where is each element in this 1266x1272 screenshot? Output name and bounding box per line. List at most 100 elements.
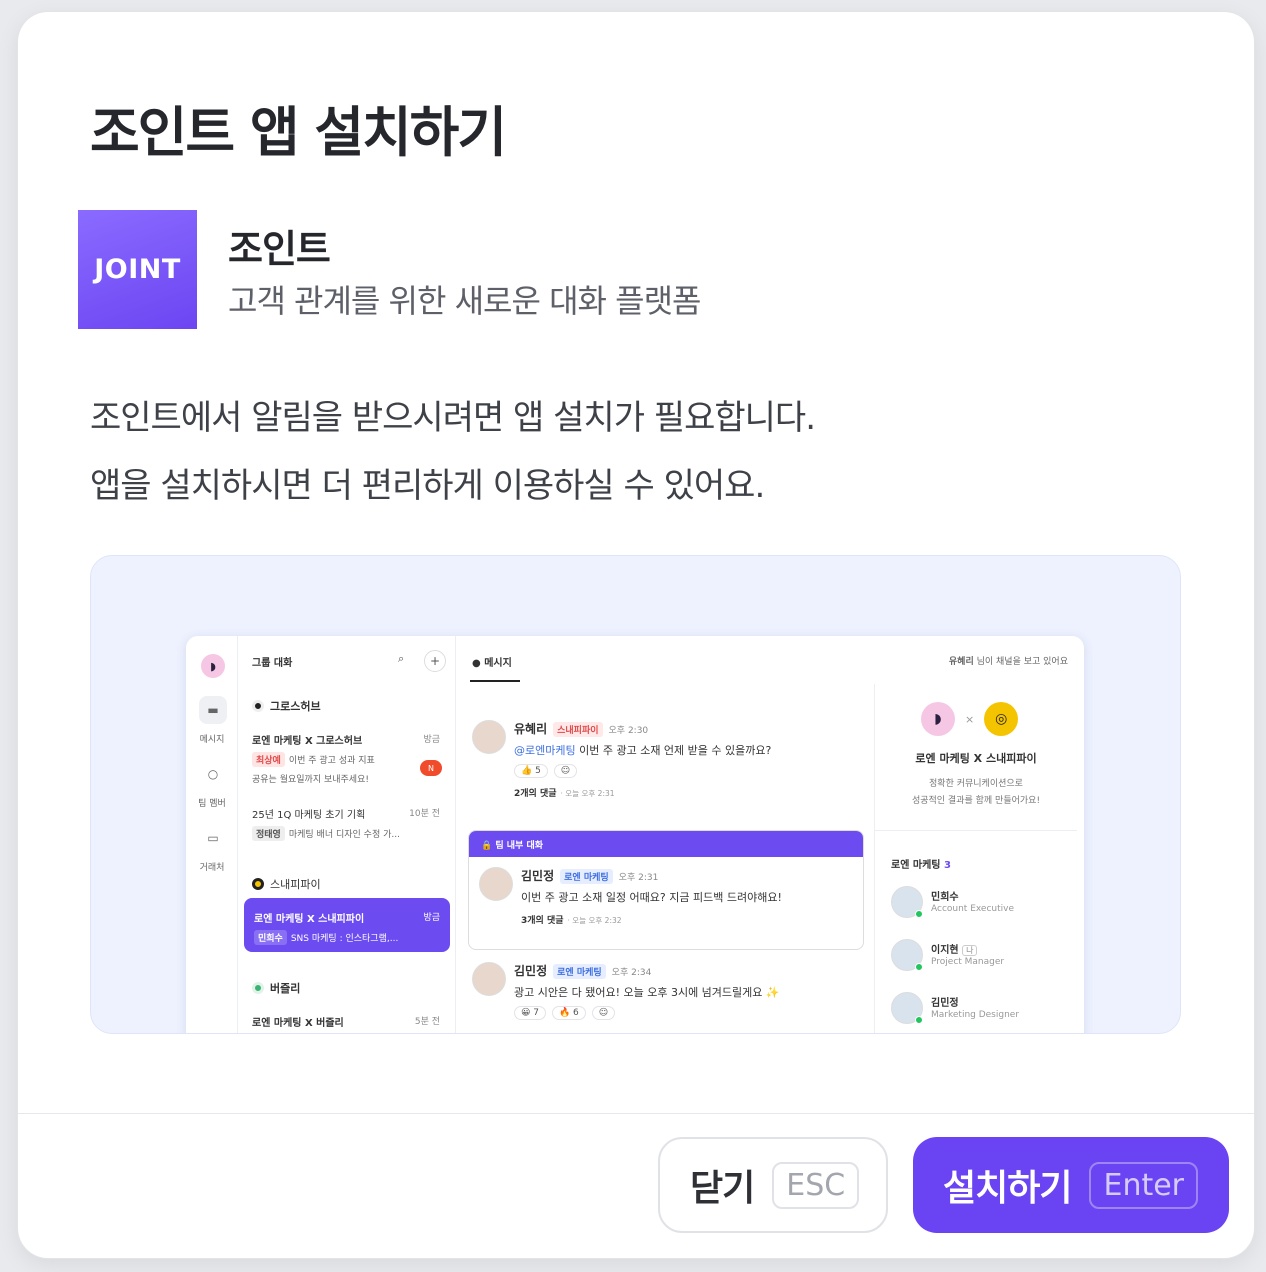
member-name: 민희수: [931, 892, 959, 903]
rail-label-messages: 메시지: [199, 735, 225, 745]
me-badge: 나: [962, 945, 978, 956]
snappify-logo-icon: ◎: [984, 702, 1019, 736]
viewer-status: 유혜리 님이 채널을 보고 있어요: [949, 654, 1068, 667]
channel-desc: 성공적인 결과를 함께 만들어가요!: [911, 796, 1041, 806]
message-icon: ▬: [199, 696, 227, 724]
mention: @로엔마케팅: [514, 744, 576, 757]
message-tag: 스내피파이: [553, 722, 603, 737]
channel-info-pane: ◗ × ◎ 로엔 마케팅 X 스내피파이 정확한 커뮤니케이션으로 성공적인 결과…: [874, 684, 1077, 1033]
enter-key-hint: Enter: [1089, 1161, 1199, 1209]
item-title: 로엔 마케팅 X 그로스허브: [252, 736, 363, 747]
install-button[interactable]: 설치하기 Enter: [913, 1137, 1229, 1233]
install-button-label: 설치하기: [943, 1168, 1072, 1209]
member-role: Account Executive: [931, 904, 1015, 914]
app-description: 고객 관계를 위한 새로운 대화 플랫폼: [228, 282, 701, 320]
group-logo-icon: [252, 700, 264, 712]
online-dot: [915, 910, 923, 918]
app-preview-image: ◗ ▬ 메시지 ○ 팀 멤버 ▭ 거래처 그룹 대화 ⌕ + 그로스허브 로엔 …: [90, 555, 1181, 1034]
channel-title: 로엔 마케팅 X 스내피파이: [915, 752, 1037, 765]
group-header: 그로스허브: [252, 698, 321, 714]
message-time: 오후 2:30: [608, 726, 649, 736]
internal-thread: 🔒 팀 내부 대화 김민정 로엔 마케팅 오후 2:31 이번 주 광고 소재 일정…: [468, 830, 864, 950]
close-button[interactable]: 닫기 ESC: [658, 1137, 888, 1233]
install-message-line2: 앱을 설치하시면 더 편리하게 이용하실 수 있어요.: [90, 466, 765, 506]
group-header: 버즐리: [252, 980, 300, 996]
group-name: 버즐리: [270, 982, 301, 995]
list-item: 25년 1Q 마케팅 초기 기획 10분 전 정태영 마케팅 배너 디자인 수정 …: [252, 806, 444, 841]
item-snippet: 마케팅 배너 디자인 수정 가...: [288, 830, 400, 840]
message-time: 오후 2:31: [618, 873, 659, 883]
plus-icon: +: [424, 650, 446, 672]
briefcase-icon: ▭: [207, 831, 219, 845]
list-header: 그룹 대화: [252, 658, 293, 669]
message-text: 이번 주 광고 소재 언제 받을 수 있을까요?: [579, 744, 772, 757]
message-icon: ●: [472, 658, 485, 669]
close-button-label: 닫기: [690, 1168, 755, 1209]
cross-icon: ×: [965, 712, 975, 726]
message-time: 오후 2:34: [611, 968, 652, 978]
item-snippet: SNS 마케팅 : 인스타그램,...: [290, 934, 399, 944]
message-author: 김민정: [514, 964, 548, 978]
reaction: 😀 7: [514, 1006, 546, 1020]
install-dialog: 조인트 앱 설치하기 JOINT 조인트 고객 관계를 위한 새로운 대화 플랫…: [18, 12, 1254, 1258]
thread-count: 3개의 댓글: [521, 916, 564, 926]
list-item-selected: 로엔 마케팅 X 스내피파이 방금 민희수 SNS 마케팅 : 인스타그램,...: [244, 898, 450, 952]
team-label: 로엔 마케팅: [891, 860, 941, 871]
tab-label: 메시지: [484, 658, 512, 669]
group-logo-icon: [252, 878, 264, 890]
esc-key-hint: ESC: [772, 1161, 860, 1209]
avatar: [472, 962, 506, 996]
search-icon: ⌕: [398, 652, 405, 665]
group-header: 스내피파이: [252, 876, 321, 892]
message-text: 이번 주 광고 소재 일정 어때요? 지금 피드백 드려야해요!: [521, 891, 782, 904]
item-tag: 민희수: [254, 930, 287, 945]
add-reaction-icon: ☺: [591, 1006, 616, 1020]
reaction: 🔥 6: [551, 1006, 586, 1020]
thread-time: · 오늘 오후 2:32: [567, 916, 622, 925]
tab-underline: [470, 680, 520, 682]
new-badge: N: [420, 760, 442, 776]
internal-label: 팀 내부 대화: [495, 841, 544, 851]
app-screenshot: ◗ ▬ 메시지 ○ 팀 멤버 ▭ 거래처 그룹 대화 ⌕ + 그로스허브 로엔 …: [186, 636, 1084, 1033]
viewer-text: 님이 채널을 보고 있어요: [976, 657, 1068, 667]
joint-logo: JOINT: [78, 210, 197, 329]
viewer-name: 유혜리: [948, 657, 974, 667]
item-title: 로엔 마케팅 X 스내피파이: [254, 914, 365, 925]
team-count: 3: [943, 860, 951, 871]
group-logo-icon: [252, 982, 264, 994]
member-row: 김민정 Marketing Designer: [891, 990, 1071, 1026]
message-author: 김민정: [521, 869, 555, 883]
member-role: Project Manager: [931, 957, 1005, 967]
group-list: 그룹 대화 ⌕ + 그로스허브 로엔 마케팅 X 그로스허브 방금 최상예 이번 …: [238, 636, 456, 1033]
dialog-title: 조인트 앱 설치하기: [90, 101, 507, 164]
logo-text: JOINT: [94, 254, 181, 285]
thread-time: · 오늘 오후 2:31: [560, 789, 615, 798]
item-time: 5분 전: [414, 1017, 440, 1027]
app-name: 조인트: [228, 227, 331, 271]
item-tag: 최상예: [252, 752, 285, 767]
nav-rail: ◗ ▬ 메시지 ○ 팀 멤버 ▭ 거래처: [186, 636, 238, 1033]
rail-label-team: 팀 멤버: [198, 799, 226, 809]
item-snippet: 이번 주 광고 성과 지표: [288, 756, 375, 766]
group-name: 스내피파이: [270, 878, 321, 891]
message-text: 광고 시안은 다 됐어요! 오늘 오후 3시에 넘겨드릴게요 ✨: [514, 986, 780, 999]
message-tag: 로엔 마케팅: [560, 869, 613, 884]
member-row: 이지현 나 Project Manager: [891, 937, 1071, 973]
channel-logos: ◗ × ◎: [921, 702, 1019, 736]
rail-label-clients: 거래처: [199, 863, 225, 873]
member-role: Marketing Designer: [931, 1010, 1020, 1020]
item-snippet: 공유는 월요일까지 보내주세요!: [252, 775, 369, 785]
member-name: 김민정: [931, 998, 959, 1009]
tab-messages: ● 메시지: [472, 654, 512, 669]
workspace-logo-icon: ◗: [201, 654, 225, 678]
reaction: 👍 5: [514, 764, 548, 778]
team-header: 로엔 마케팅 3: [891, 856, 951, 871]
item-time: 방금: [423, 735, 440, 745]
list-item: 로엔 마케팅 X 버즐리 5분 전: [252, 1014, 444, 1029]
roen-logo-icon: ◗: [921, 702, 955, 736]
item-time: 방금: [423, 913, 440, 923]
message-tag: 로엔 마케팅: [553, 964, 606, 979]
online-dot: [915, 1016, 923, 1024]
chat-pane: ● 메시지 유혜리 님이 채널을 보고 있어요 유혜리 스내피파이 오후 2:30 …: [456, 636, 1068, 1033]
divider: [875, 830, 1077, 831]
